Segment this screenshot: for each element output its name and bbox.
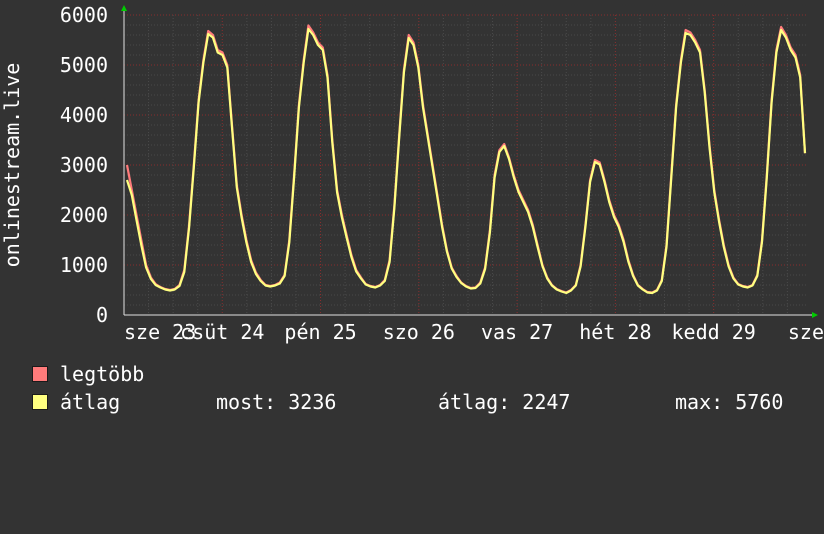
y-tick-label: 6000 [60, 3, 108, 27]
legend-item-atlag: átlag most: 3236 átlag: 2247 max: 5760 [32, 390, 812, 534]
y-tick-label: 1000 [60, 253, 108, 277]
stat-most: most: 3236 [216, 390, 337, 414]
x-tick-labels: sze 23csüt 24 pén 25 szo 26 vas 27 hét 28 ked… [124, 320, 824, 344]
legend-swatch-legtobb [32, 366, 48, 382]
stat-max: max: 5760 [675, 390, 784, 414]
series-line-legtobb [125, 24, 807, 294]
x-axis-arrow [812, 312, 818, 318]
x-tick-label: hét 28 [579, 320, 651, 344]
legend-swatch-atlag [32, 394, 48, 410]
chart-area: 0100020003000400050006000 sze 23csüt 24 p… [0, 3, 824, 344]
x-tick-label: vas 27 [481, 320, 553, 344]
stat-atlag: átlag: 2247 [438, 390, 571, 414]
x-tick-label: kedd 29 [672, 320, 756, 344]
y-tick-label: 4000 [60, 103, 108, 127]
legend-label-legtobb: legtöbb [60, 362, 145, 386]
y-tick-labels: 0 1000 2000 3000 4000 5000 6000 [60, 3, 108, 327]
y-tick-label: 3000 [60, 153, 108, 177]
y-tick-label: 2000 [60, 203, 108, 227]
series-lines [125, 24, 807, 295]
y-tick-label: 0 [96, 303, 108, 327]
y-tick-label: 5000 [60, 53, 108, 77]
y-axis-label: onlinestream.live [0, 63, 24, 268]
legend-label-atlag: átlag [60, 390, 121, 414]
series-line-atlag [125, 27, 807, 295]
grid-lines [124, 14, 808, 315]
y-axis-arrow [121, 5, 127, 11]
x-tick-label: pén 25 [284, 320, 356, 344]
x-tick-label: sze [788, 320, 824, 344]
x-tick-label: szo 26 [383, 320, 455, 344]
x-tick-label: csüt 24 [180, 320, 264, 344]
